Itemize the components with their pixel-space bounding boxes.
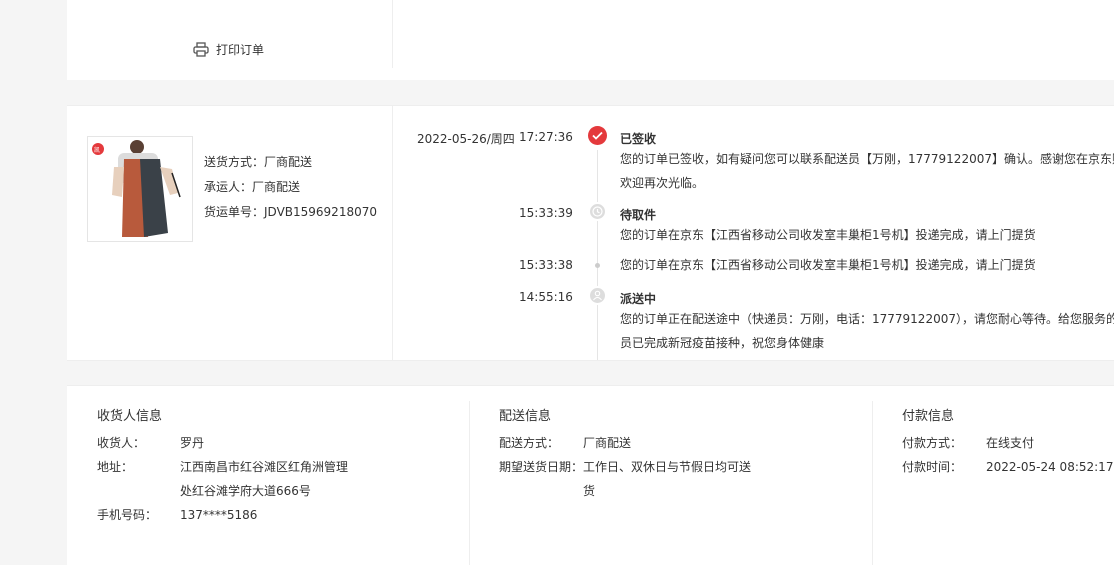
timeline-detail: 您的订单已签收，如有疑问您可以联系配送员【万刚，17779122007】确认。感…	[620, 147, 1114, 195]
delivery-method: 厂商配送	[583, 436, 632, 450]
print-order-label: 打印订单	[216, 43, 265, 57]
timeline-detail-line: 员已完成新冠疫苗接种，祝您身体健康	[620, 336, 825, 350]
timeline-detail-line: 您的订单正在配送途中（快递员：万刚，电话：17779122007），请您耐心等待…	[620, 312, 1114, 326]
payment-time-label: 付款时间：	[902, 460, 963, 474]
timeline-time: 17:27:36	[519, 130, 573, 144]
timeline-detail-line: 欢迎再次光临。	[620, 176, 705, 190]
timeline-detail-line: 您的订单已签收，如有疑问您可以联系配送员【万刚，17779122007】确认。感…	[620, 152, 1114, 166]
timeline-status: 待取件	[620, 208, 657, 222]
timeline-time: 14:55:16	[519, 290, 573, 304]
timeline-date: 2022-05-26/周四	[417, 132, 515, 146]
delivery-section: 配送信息 配送方式： 厂商配送 期望送货日期： 工作日、双休日与节假日均可送 货	[469, 386, 872, 565]
divider	[469, 401, 470, 565]
payment-method-row: 付款方式： 在线支付	[902, 431, 1112, 455]
delivery-method-row: 配送方式： 厂商配送	[499, 431, 859, 455]
dot-icon	[595, 263, 600, 268]
check-icon	[588, 126, 607, 145]
delivery-title: 配送信息	[499, 409, 552, 424]
timeline-axis	[597, 150, 598, 360]
consignee-address-line: 江西南昌市红谷滩区红角洲管理	[180, 460, 349, 474]
consignee-address-line: 处红谷滩学府大道666号	[180, 484, 311, 498]
consignee-name-label: 收货人：	[97, 436, 146, 450]
courier-icon	[588, 286, 607, 305]
timeline-detail: 您的订单在京东【江西省移动公司收发室丰巢柜1号机】投递完成，请上门提货	[620, 223, 1114, 247]
payment-title: 付款信息	[902, 409, 955, 424]
clock-icon	[588, 202, 607, 221]
delivery-date-line: 工作日、双休日与节假日均可送	[583, 460, 752, 474]
logistics-panel: 凯 送货方式：厂商配送 承运人：厂商配送 货运单号：JDVB1596921807…	[67, 105, 1114, 361]
payment-section: 付款信息 付款方式： 在线支付 付款时间： 2022-05-24 08:52:1…	[872, 386, 1114, 565]
consignee-address-row: 地址： 江西南昌市红谷滩区红角洲管理 处红谷滩学府大道666号	[97, 455, 457, 503]
timeline-time: 15:33:38	[519, 258, 573, 272]
payment-time: 2022-05-24 08:52:17	[986, 460, 1114, 474]
consignee-section: 收货人信息 收货人： 罗丹 地址： 江西南昌市红谷滩区红角洲管理 处红谷滩学府大…	[67, 386, 469, 565]
svg-text:凯: 凯	[94, 146, 100, 154]
consignee-phone: 137****5186	[180, 508, 258, 522]
printer-icon	[193, 42, 209, 57]
timeline-status: 派送中	[620, 292, 657, 306]
order-info-panel: 收货人信息 收货人： 罗丹 地址： 江西南昌市红谷滩区红角洲管理 处红谷滩学府大…	[67, 385, 1114, 565]
payment-time-row: 付款时间： 2022-05-24 08:52:17	[902, 455, 1114, 479]
carrier: 承运人：厂商配送	[204, 180, 301, 194]
consignee-address-label: 地址：	[97, 460, 134, 474]
tracking-timeline[interactable]: 2022-05-26/周四 17:27:36 已签收 您的订单已签收，如有疑问您…	[392, 106, 1114, 360]
delivery-date-line: 货	[583, 484, 596, 498]
timeline-detail: 您的订单在京东【江西省移动公司收发室丰巢柜1号机】投递完成，请上门提货	[620, 253, 1114, 277]
consignee-phone-label: 手机号码：	[97, 508, 158, 522]
delivery-date-row: 期望送货日期： 工作日、双休日与节假日均可送 货	[499, 455, 859, 503]
timeline-status: 已签收	[620, 132, 657, 146]
tracking-number: 货运单号：JDVB15969218070	[204, 205, 377, 219]
divider	[872, 401, 873, 565]
apron-product-image: 凯	[88, 137, 192, 241]
payment-method-label: 付款方式：	[902, 436, 963, 450]
zigzag-edge	[67, 76, 1114, 84]
payment-method: 在线支付	[986, 436, 1035, 450]
consignee-name: 罗丹	[180, 436, 205, 450]
consignee-phone-row: 手机号码： 137****5186	[97, 503, 457, 527]
shipping-method: 送货方式：厂商配送	[204, 155, 313, 169]
timeline-detail-line: 您的订单在京东【江西省移动公司收发室丰巢柜1号机】投递完成，请上门提货	[620, 258, 1036, 272]
delivery-method-label: 配送方式：	[499, 436, 560, 450]
timeline-time: 15:33:39	[519, 206, 573, 220]
shipment-info: 送货方式：厂商配送 承运人：厂商配送 货运单号：JDVB15969218070	[204, 150, 377, 225]
consignee-title: 收货人信息	[97, 409, 163, 424]
delivery-date-label: 期望送货日期：	[499, 460, 584, 474]
timeline-detail-line: 您的订单在京东【江西省移动公司收发室丰巢柜1号机】投递完成，请上门提货	[620, 228, 1036, 242]
consignee-name-row: 收货人： 罗丹	[97, 431, 457, 455]
order-actions-panel: 打印订单	[67, 0, 1114, 84]
timeline-detail: 您的订单正在配送途中（快递员：万刚，电话：17779122007），请您耐心等待…	[620, 307, 1114, 355]
divider	[392, 0, 393, 68]
product-thumbnail[interactable]: 凯	[87, 136, 193, 242]
print-order-button[interactable]: 打印订单	[193, 41, 264, 58]
